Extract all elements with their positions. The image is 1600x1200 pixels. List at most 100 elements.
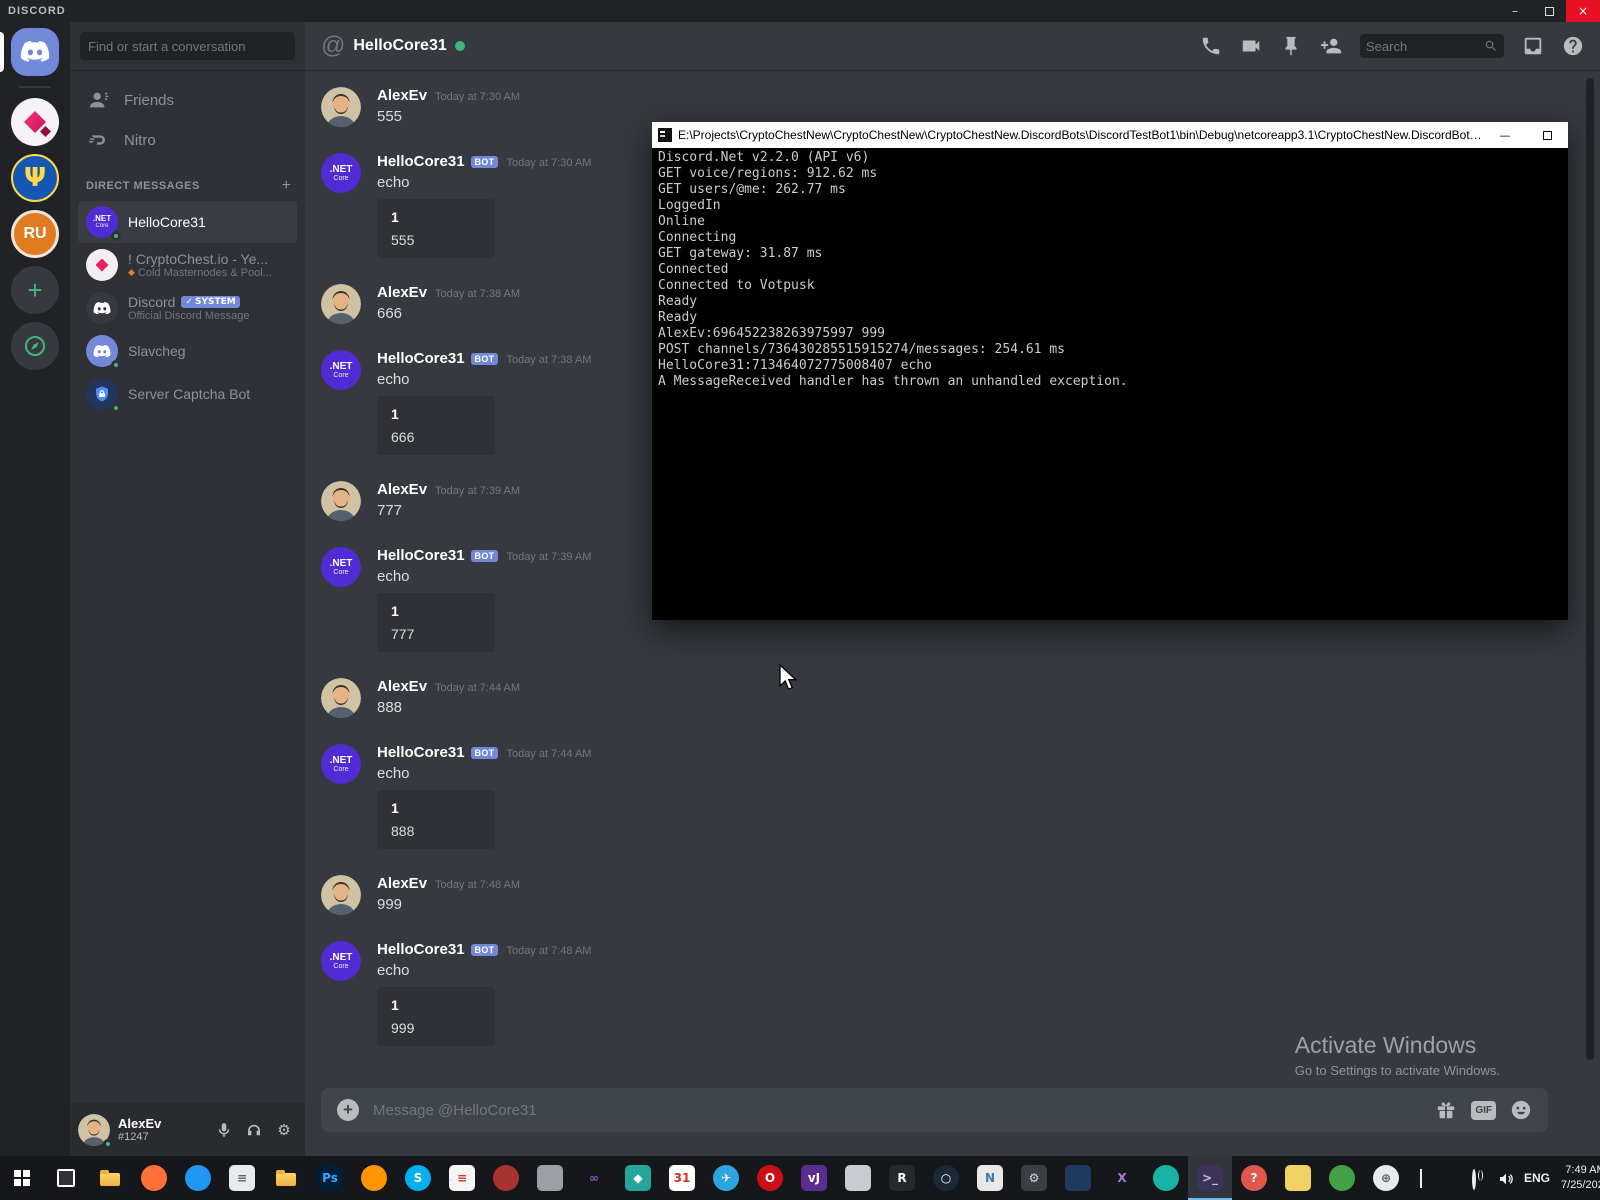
message-author[interactable]: HelloCore31 <box>377 547 465 564</box>
message-author[interactable]: HelloCore31 <box>377 941 465 958</box>
taskbar-app-icon[interactable] <box>1320 1156 1364 1200</box>
taskbar-app-icon[interactable] <box>352 1156 396 1200</box>
taskbar-app-icon[interactable]: X <box>1100 1156 1144 1200</box>
message-avatar[interactable]: .NET Core <box>321 744 361 784</box>
server-icon-cryptochest[interactable] <box>11 98 59 146</box>
console-minimize-button[interactable]: — <box>1484 122 1526 148</box>
user-avatar[interactable] <box>78 1113 113 1149</box>
taskbar-app-icon[interactable] <box>88 1156 132 1200</box>
taskbar-app-icon[interactable]: >_ <box>1188 1156 1232 1200</box>
taskbar-app-icon[interactable]: ⚙ <box>1012 1156 1056 1200</box>
mute-microphone-button[interactable] <box>211 1117 237 1143</box>
taskbar-app-icon[interactable]: ⊕ <box>1364 1156 1408 1200</box>
dm-item[interactable]: Discord ✓ SYSTEM Official Discord Message <box>78 287 297 329</box>
taskbar-app-icon[interactable]: ≡ <box>220 1156 264 1200</box>
message-author[interactable]: AlexEv <box>377 481 427 498</box>
volume-tray-icon[interactable] <box>1498 1171 1513 1186</box>
emoji-smiley-icon <box>1511 1100 1531 1120</box>
message-author[interactable]: AlexEv <box>377 284 427 301</box>
taskbar-app-icon[interactable] <box>1056 1156 1100 1200</box>
taskbar-app-icon[interactable]: ∞ <box>572 1156 616 1200</box>
create-dm-button[interactable]: + <box>282 178 291 194</box>
taskbar-app-icon[interactable] <box>0 1156 44 1200</box>
message-avatar[interactable]: .NET Core <box>321 350 361 390</box>
message-author[interactable]: AlexEv <box>377 87 427 104</box>
taskbar-app-icon[interactable]: Ps <box>308 1156 352 1200</box>
taskbar-app-icon[interactable] <box>836 1156 880 1200</box>
taskbar-app-icon[interactable]: ? <box>1232 1156 1276 1200</box>
security-tray-icon[interactable] <box>1446 1171 1461 1186</box>
taskbar-app-icon[interactable]: ○ <box>924 1156 968 1200</box>
message-author[interactable]: AlexEv <box>377 875 427 892</box>
deafen-button[interactable] <box>241 1117 267 1143</box>
taskbar-app-icon[interactable] <box>484 1156 528 1200</box>
discord-home-button[interactable] <box>0 28 59 76</box>
window-minimize-button[interactable]: – <box>1498 0 1532 22</box>
message-author[interactable]: HelloCore31 <box>377 153 465 170</box>
message-avatar[interactable] <box>321 87 361 127</box>
message-avatar[interactable] <box>321 284 361 324</box>
taskbar-app-icon[interactable] <box>528 1156 572 1200</box>
message-input[interactable] <box>373 1101 1422 1119</box>
emoji-picker-button[interactable] <box>1510 1099 1532 1121</box>
add-server-button[interactable]: + <box>11 266 59 314</box>
dm-item[interactable]: Server Captcha Bot <box>78 373 297 415</box>
conversation-search-input[interactable] <box>80 32 295 60</box>
taskbar-app-icon[interactable]: 31 <box>660 1156 704 1200</box>
taskbar-app-icon[interactable] <box>44 1156 88 1200</box>
inbox-icon[interactable] <box>1522 35 1544 57</box>
message-avatar[interactable]: .NET Core <box>321 547 361 587</box>
help-icon[interactable] <box>1562 35 1584 57</box>
taskbar-app-icon[interactable] <box>132 1156 176 1200</box>
taskbar-app-icon[interactable]: O <box>748 1156 792 1200</box>
message-avatar[interactable]: .NET Core <box>321 153 361 193</box>
window-maximize-button[interactable] <box>1532 0 1566 22</box>
network-tray-icon[interactable] <box>1472 1168 1487 1190</box>
dm-name: Discord <box>128 294 176 310</box>
upload-file-button[interactable]: + <box>337 1099 359 1121</box>
console-maximize-button[interactable] <box>1526 122 1568 148</box>
online-status-dot <box>103 1138 113 1149</box>
message-avatar[interactable]: .NET Core <box>321 941 361 981</box>
taskbar-app-icon[interactable]: ◆ <box>616 1156 660 1200</box>
chat-scrollbar[interactable] <box>1586 78 1594 1060</box>
user-settings-button[interactable]: ⚙ <box>271 1117 297 1143</box>
taskbar-app-icon[interactable] <box>176 1156 220 1200</box>
dm-item[interactable]: Slavcheg <box>78 330 297 372</box>
language-indicator[interactable]: ENG <box>1524 1171 1550 1185</box>
video-call-icon[interactable] <box>1240 35 1262 57</box>
taskbar-app-icon[interactable] <box>1276 1156 1320 1200</box>
message-author[interactable]: AlexEv <box>377 678 427 695</box>
taskbar-app-icon[interactable]: R <box>880 1156 924 1200</box>
taskbar-clock[interactable]: 7:49 AM 7/25/2020 <box>1561 1163 1600 1193</box>
voice-call-icon[interactable] <box>1200 35 1222 57</box>
app-titlebar[interactable]: DISCORD – × <box>0 0 1600 22</box>
taskbar-app-icon[interactable]: ≡ <box>440 1156 484 1200</box>
add-friends-to-dm-icon[interactable] <box>1320 35 1342 57</box>
taskbar-app-icon[interactable]: vJ <box>792 1156 836 1200</box>
taskbar-app-icon[interactable] <box>1144 1156 1188 1200</box>
hidden-icons-chevron[interactable] <box>1420 1168 1435 1188</box>
chat-search-input[interactable] <box>1366 38 1484 54</box>
window-close-button[interactable]: × <box>1566 0 1600 22</box>
nitro-nav-item[interactable]: Nitro <box>78 120 297 160</box>
taskbar-app-icon[interactable]: N <box>968 1156 1012 1200</box>
dm-item[interactable]: .NET Core HelloCore31 <box>78 201 297 243</box>
message-avatar[interactable] <box>321 875 361 915</box>
message-author[interactable]: HelloCore31 <box>377 744 465 761</box>
server-icon-ukraine[interactable]: Ψ <box>11 154 59 202</box>
message-author[interactable]: HelloCore31 <box>377 350 465 367</box>
message-avatar[interactable] <box>321 678 361 718</box>
dm-item[interactable]: ! CryptoChest.io - Ye... ◆ Cold Masterno… <box>78 244 297 286</box>
gift-button[interactable] <box>1435 1099 1457 1121</box>
taskbar-app-icon[interactable]: ✈ <box>704 1156 748 1200</box>
friends-nav-item[interactable]: Friends <box>78 80 297 120</box>
message-avatar[interactable] <box>321 481 361 521</box>
taskbar-app-icon[interactable] <box>264 1156 308 1200</box>
taskbar-app-icon[interactable]: S <box>396 1156 440 1200</box>
console-titlebar[interactable]: E:\Projects\CryptoChestNew\CryptoChestNe… <box>652 122 1568 148</box>
explore-servers-button[interactable] <box>11 322 59 370</box>
gif-picker-button[interactable]: GIF <box>1471 1100 1496 1120</box>
server-icon-ru[interactable]: RU <box>11 210 59 258</box>
pinned-messages-icon[interactable] <box>1280 35 1302 57</box>
